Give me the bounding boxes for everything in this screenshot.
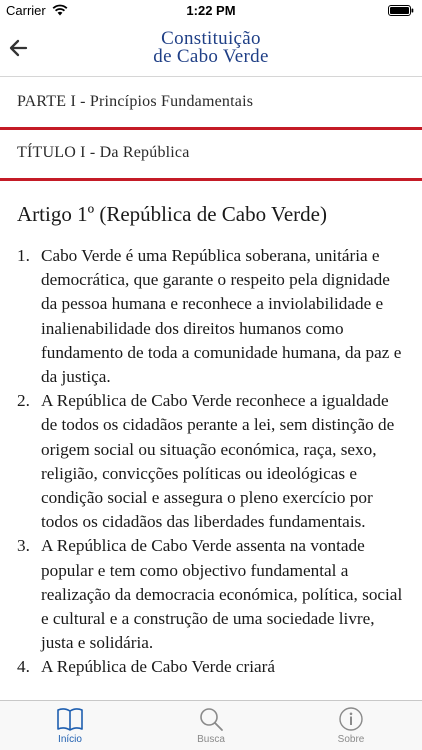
paragraph-number: 2. [17,391,30,411]
clock: 1:22 PM [186,3,236,18]
article-heading: Artigo 1º (República de Cabo Verde) [17,202,327,226]
paragraph-number: 3. [17,536,30,556]
info-icon [339,707,363,731]
app-title-line2: de Cabo Verde [153,46,269,67]
article-paragraph: 3. A República de Cabo Verde assenta na … [17,534,409,655]
tab-sobre[interactable]: Sobre [281,701,421,750]
paragraph-text: A República de Cabo Verde criará [41,657,276,677]
battery-icon [388,5,414,16]
article-paragraph: 4. A República de Cabo Verde criará [17,655,409,679]
search-icon [200,708,223,731]
part-heading: PARTE I - Princípios Fundamentais [17,93,254,110]
paragraph-number: 4. [17,657,30,677]
navigation-bar: Constituição de Cabo Verde [0,20,422,77]
tab-inicio-label: Início [58,734,82,745]
status-bar: Carrier 1:22 PM [0,0,422,20]
article-paragraph-list: 1. Cabo Verde é uma República soberana, … [17,244,409,680]
article-paragraph: 1. Cabo Verde é uma República soberana, … [17,244,409,389]
section-divider [0,178,422,181]
paragraph-text: A República de Cabo Verde reconhece a ig… [41,391,395,532]
paragraph-text: A República de Cabo Verde assenta na von… [41,536,403,653]
paragraph-number: 1. [17,246,30,265]
tab-sobre-label: Sobre [337,734,365,745]
tab-inicio[interactable]: Início [0,701,140,750]
article-content[interactable]: Artigo 1º (República de Cabo Verde) 1. C… [0,182,422,700]
title-heading: TÍTULO I - Da República [17,144,190,161]
book-icon [57,708,83,731]
tab-bar: Início Busca Sobre [0,700,422,750]
tab-busca-label: Busca [197,734,225,745]
app-title: Constituição de Cabo Verde [0,29,422,67]
title-heading-row[interactable]: TÍTULO I - Da República [0,130,422,178]
part-heading-row[interactable]: PARTE I - Princípios Fundamentais [0,78,422,128]
paragraph-text: Cabo Verde é uma República soberana, uni… [41,246,402,387]
tab-busca[interactable]: Busca [141,701,281,750]
article-paragraph: 2. A República de Cabo Verde reconhece a… [17,389,409,534]
